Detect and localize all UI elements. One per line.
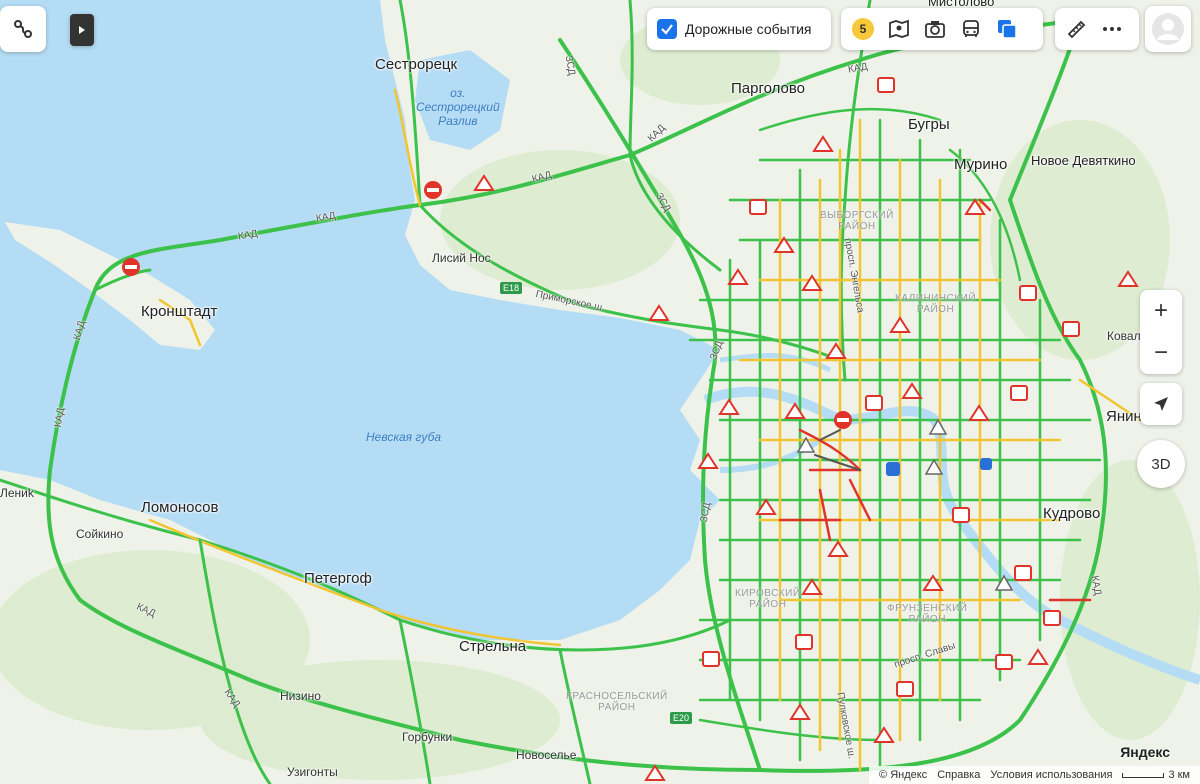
place-murino[interactable]: Мурино bbox=[954, 156, 1007, 173]
place-nizino[interactable]: Низино bbox=[280, 689, 321, 703]
ruler-button[interactable] bbox=[1058, 11, 1094, 47]
view-3d-label: 3D bbox=[1151, 455, 1171, 473]
place-soykino[interactable]: Сойкино bbox=[76, 527, 123, 541]
user-avatar-button[interactable] bbox=[1145, 6, 1191, 52]
more-dots-icon bbox=[1103, 27, 1121, 31]
help-link[interactable]: Справка bbox=[937, 769, 980, 781]
district-kirovsky: КИРОВСКИЙ РАЙОН bbox=[735, 588, 801, 610]
place-lisiy-nos[interactable]: Лисий Нос bbox=[432, 251, 491, 265]
map-layers-button[interactable] bbox=[989, 11, 1025, 47]
layers-toolbar: 5 bbox=[841, 8, 1043, 50]
brand-logo[interactable]: Яндекс bbox=[1120, 744, 1170, 760]
bus-icon bbox=[963, 20, 979, 37]
place-kudrovo[interactable]: Кудрово bbox=[1043, 505, 1100, 522]
place-lenino[interactable]: Лениk bbox=[0, 486, 34, 500]
sidebar-toggle-button[interactable] bbox=[70, 14, 94, 46]
traffic-events-label: Дорожные события bbox=[685, 21, 812, 37]
place-gorbunki[interactable]: Горбунки bbox=[402, 730, 452, 744]
district-krasnoselsky: КРАСНОСЕЛЬСКИЙ РАЙОН bbox=[566, 691, 668, 713]
place-bugry[interactable]: Бугры bbox=[908, 116, 950, 133]
route-button[interactable] bbox=[0, 6, 46, 52]
scale-bar: 3 км bbox=[1122, 769, 1190, 781]
district-frunzensky: ФРУНЗЕНСКИЙ РАЙОН bbox=[887, 603, 968, 625]
place-novoe-devyatkino[interactable]: Новое Девяткино bbox=[1031, 153, 1136, 168]
tools-toolbar bbox=[1055, 8, 1139, 50]
camera-icon bbox=[925, 21, 945, 38]
zoom-control: + − bbox=[1140, 290, 1182, 374]
ruler-icon bbox=[1067, 20, 1086, 39]
scale-label: 3 км bbox=[1168, 769, 1190, 781]
checkbox-checked-icon[interactable] bbox=[657, 19, 677, 39]
traffic-layer-button[interactable]: 5 bbox=[845, 11, 881, 47]
place-kronshtadt[interactable]: Кронштадт bbox=[141, 303, 217, 320]
place-uzigonty[interactable]: Узигонты bbox=[287, 765, 338, 779]
road-shield-e18: E18 bbox=[500, 282, 523, 294]
map-canvas[interactable] bbox=[0, 0, 1200, 784]
place-lomonosov[interactable]: Ломоносов bbox=[141, 499, 218, 516]
locate-me-button[interactable] bbox=[1140, 383, 1182, 425]
zoom-in-button[interactable]: + bbox=[1140, 290, 1182, 332]
district-kalininsky: КАЛИНИНСКИЙ РАЙОН bbox=[895, 293, 977, 315]
layers-icon bbox=[998, 20, 1017, 39]
terms-link[interactable]: Условия использования bbox=[990, 769, 1112, 781]
transit-layer-button[interactable] bbox=[953, 11, 989, 47]
place-peterhof[interactable]: Петергоф bbox=[304, 570, 372, 587]
panorama-layer-button[interactable] bbox=[881, 11, 917, 47]
copyright-text: © Яндекс bbox=[879, 769, 928, 781]
traffic-events-toggle[interactable]: Дорожные события bbox=[647, 8, 831, 50]
water-label-lake: оз. Сестрорецкий Разлив bbox=[416, 86, 500, 128]
place-pargolovo[interactable]: Парголово bbox=[731, 80, 805, 97]
place-strelna[interactable]: Стрельна bbox=[459, 638, 526, 655]
traffic-score-badge: 5 bbox=[852, 18, 874, 40]
photo-layer-button[interactable] bbox=[917, 11, 953, 47]
route-icon bbox=[14, 20, 32, 38]
map-pin-book-icon bbox=[889, 19, 909, 39]
play-icon bbox=[79, 26, 85, 34]
avatar-icon bbox=[1152, 13, 1184, 45]
place-sestroretsk[interactable]: Сестрорецк bbox=[375, 56, 457, 73]
location-arrow-icon bbox=[1154, 397, 1168, 411]
zoom-out-button[interactable]: − bbox=[1140, 332, 1182, 374]
district-vyborgsky: ВЫБОРГСКИЙ РАЙОН bbox=[820, 210, 894, 232]
place-novoselye[interactable]: Новоселье bbox=[516, 748, 576, 762]
road-shield-e20: E20 bbox=[670, 712, 693, 724]
more-menu-button[interactable] bbox=[1094, 11, 1130, 47]
view-3d-button[interactable]: 3D bbox=[1137, 440, 1185, 488]
map-footer: © Яндекс Справка Условия использования 3… bbox=[869, 766, 1200, 784]
water-label-gulf: Невская губа bbox=[366, 430, 442, 444]
